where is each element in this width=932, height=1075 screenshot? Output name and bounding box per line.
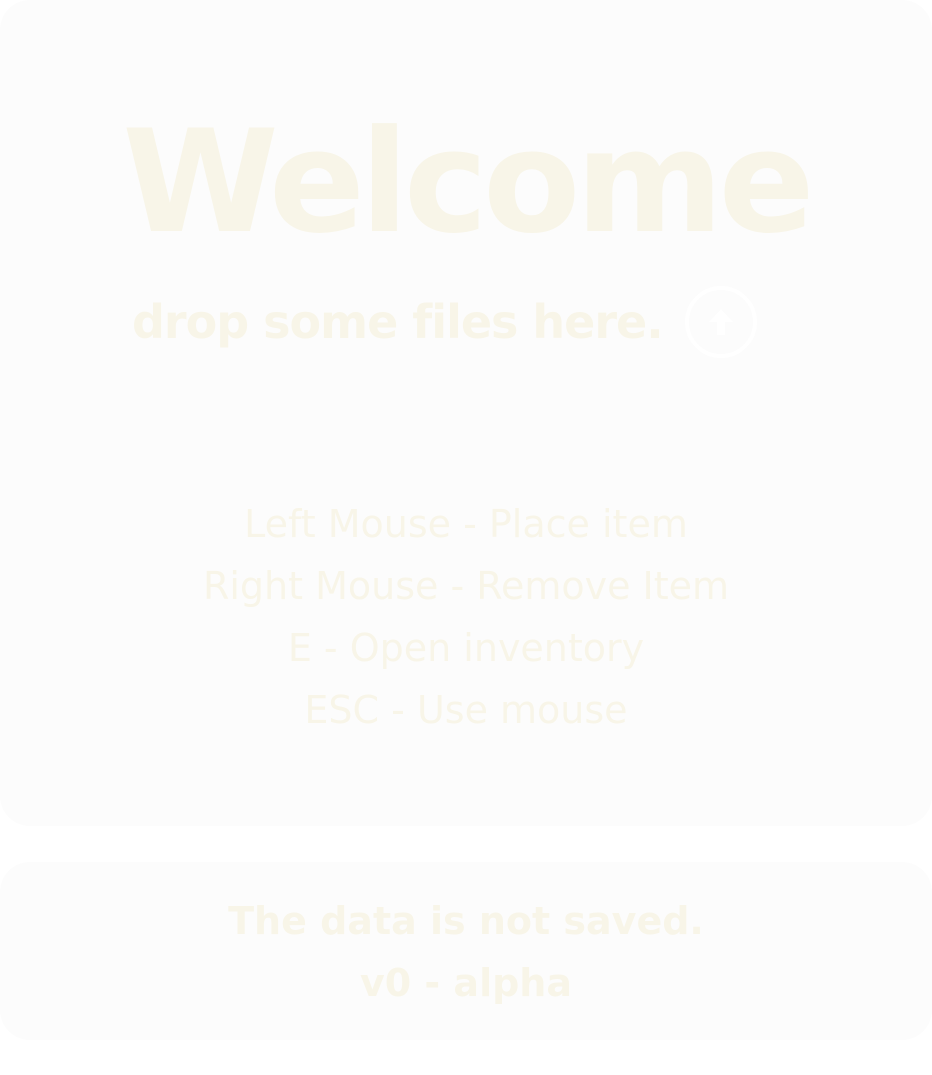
page: Welcome drop some files here. Left Mouse… [0,0,932,1075]
control-remove-item: Right Mouse - Remove Item [202,564,730,608]
drop-zone-panel[interactable]: Welcome drop some files here. Left Mouse… [0,0,932,826]
upload-button[interactable] [684,286,757,358]
footer-panel: The data is not saved. v0 - alpha [0,862,932,1040]
drop-files-text: drop some files here. [132,295,664,349]
version-label: v0 - alpha [359,961,572,1005]
control-open-inventory: E - Open inventory [287,626,645,670]
controls-help: Left Mouse - Place item Right Mouse - Re… [0,493,932,741]
upload-arrow-icon [708,309,733,335]
data-not-saved-notice: The data is not saved. [228,899,704,943]
control-use-mouse: ESC - Use mouse [304,688,628,732]
drop-prompt: drop some files here. [132,282,757,362]
footer-text: The data is not saved. v0 - alpha [0,890,932,1014]
control-place-item: Left Mouse - Place item [244,502,688,546]
welcome-title: Welcome [122,100,815,265]
